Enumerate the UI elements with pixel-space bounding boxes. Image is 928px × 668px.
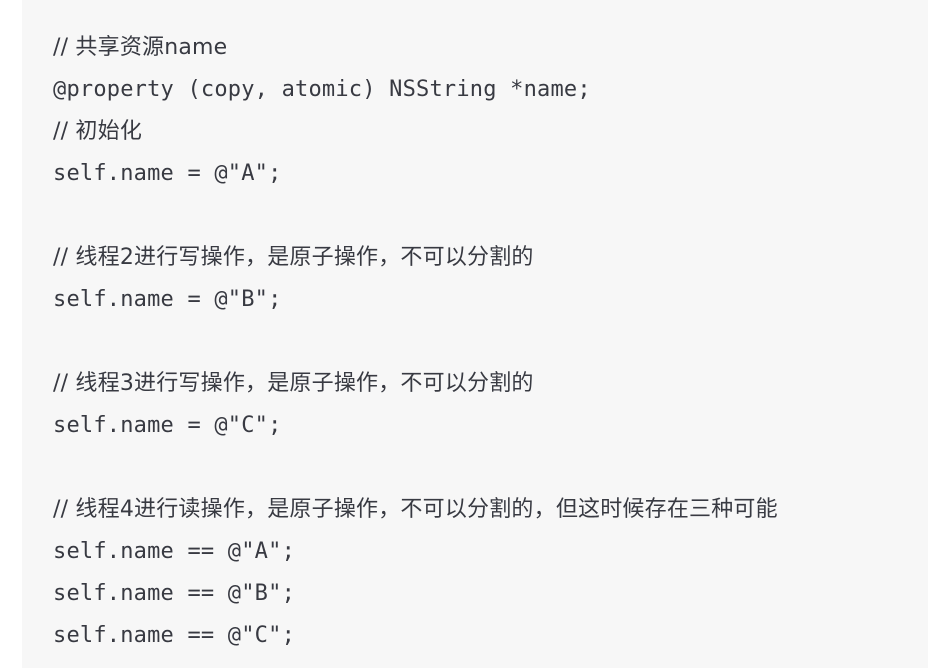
code-comment-line: // 线程4进行读操作，是原子操作，不可以分割的，但这时候存在三种可能	[53, 497, 778, 522]
code-comment-line: // 共享资源name	[53, 35, 228, 60]
code-block: // 共享资源name @property (copy, atomic) NSS…	[22, 0, 928, 668]
code-comment-line: // 线程2进行写操作，是原子操作，不可以分割的	[53, 245, 534, 270]
code-line-compare-c: self.name == @"C";	[53, 623, 296, 648]
code-line-assign-c: self.name = @"C";	[53, 413, 282, 438]
code-line-compare-a: self.name == @"A";	[53, 539, 296, 564]
code-comment-line: // 初始化	[53, 119, 143, 144]
code-line-compare-b: self.name == @"B";	[53, 581, 296, 606]
code-line-property: @property (copy, atomic) NSString *name;	[53, 77, 591, 102]
code-line-assign-b: self.name = @"B";	[53, 287, 282, 312]
code-line-assign-a: self.name = @"A";	[53, 161, 282, 186]
code-comment-line: // 线程3进行写操作，是原子操作，不可以分割的	[53, 371, 534, 396]
